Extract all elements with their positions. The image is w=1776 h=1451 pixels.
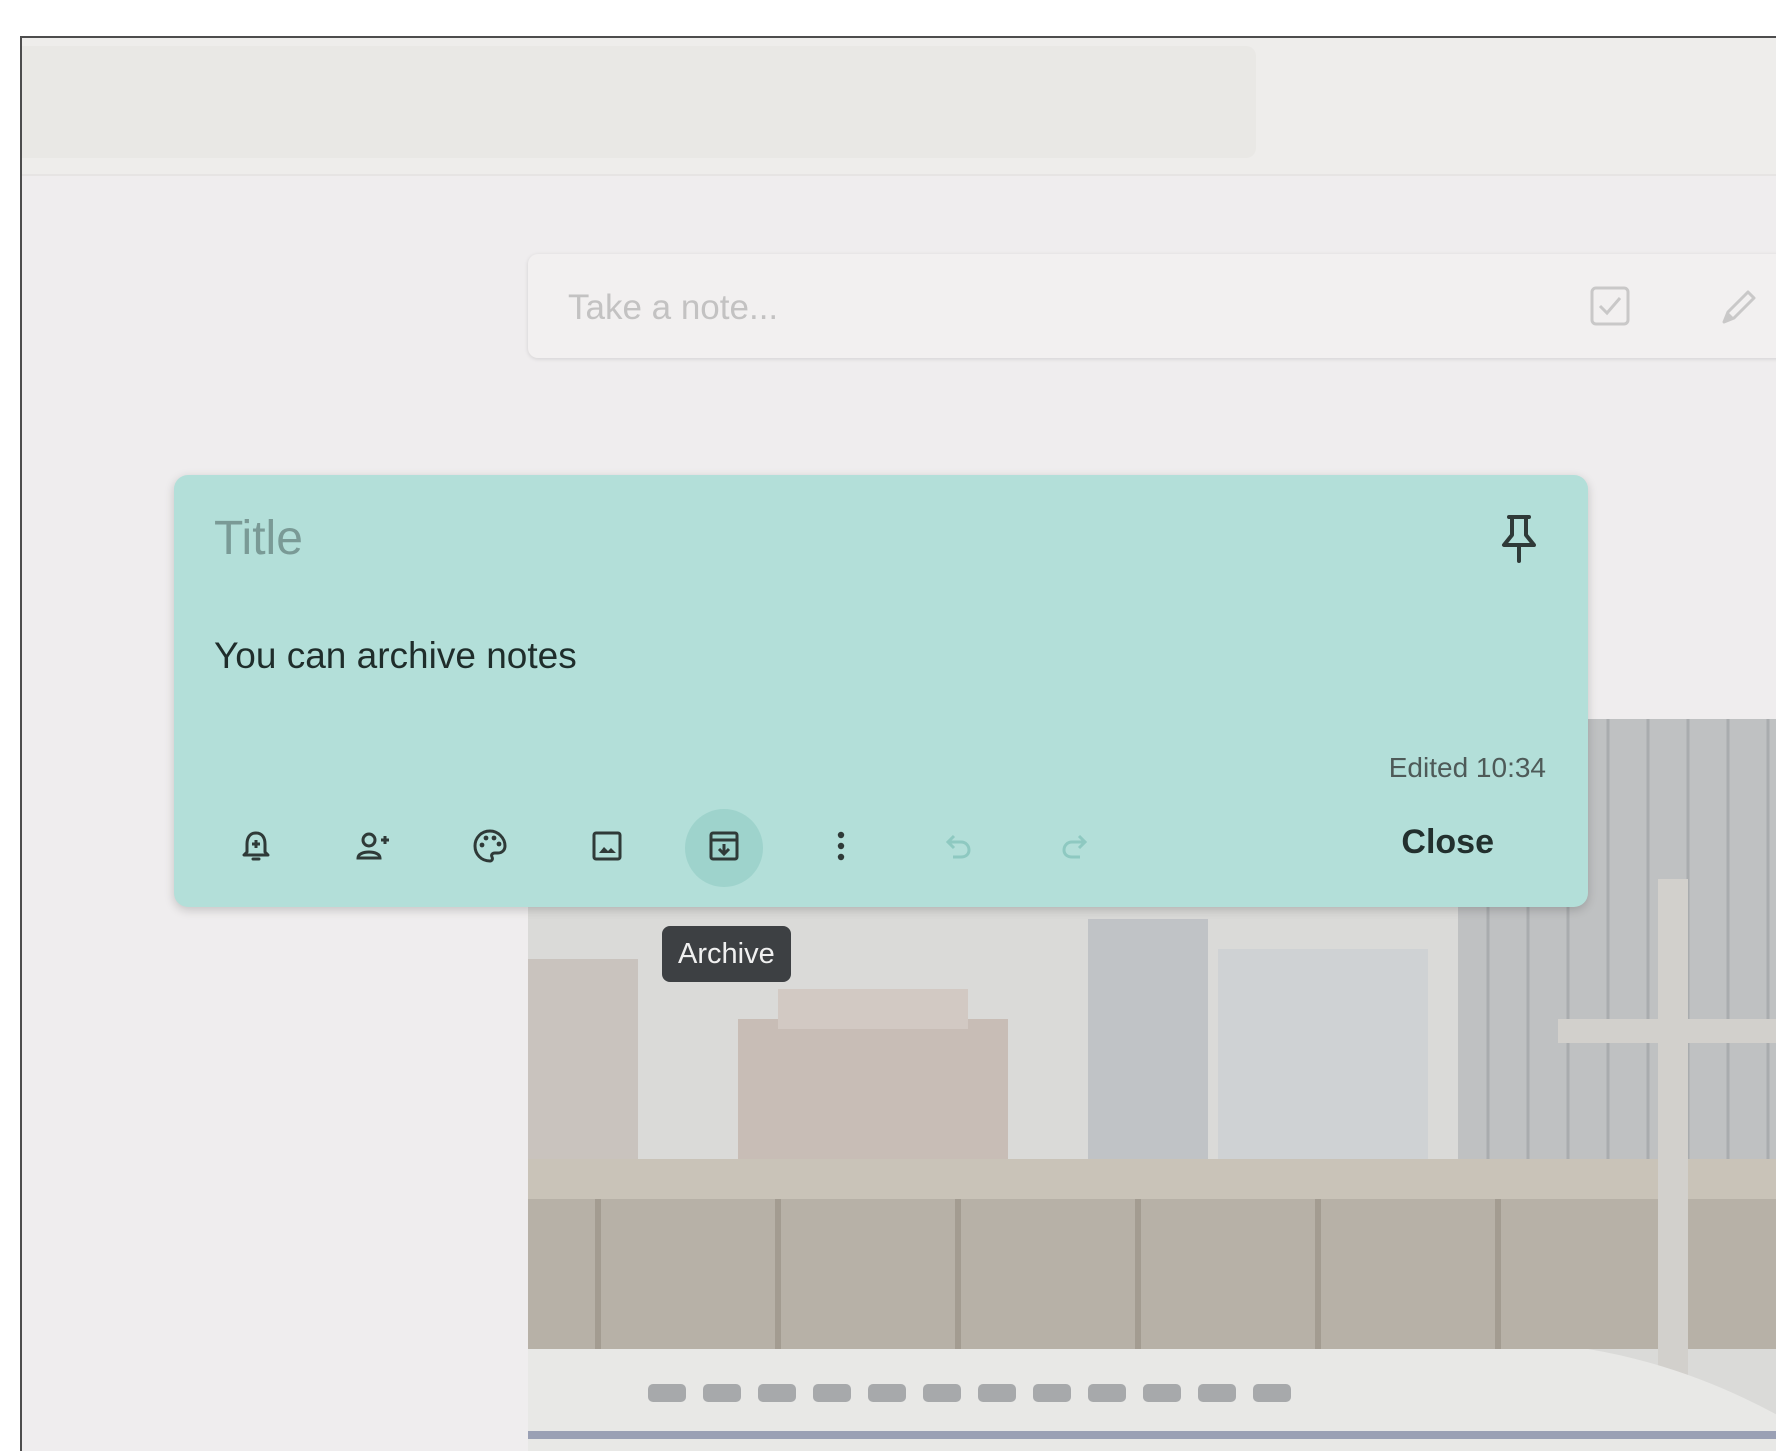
note-editor: Title You can archive notes Edited 10:34: [174, 475, 1588, 907]
top-bar: [22, 38, 1776, 176]
remind-me-button[interactable]: [217, 809, 295, 887]
take-note-bar[interactable]: Take a note...: [528, 254, 1776, 358]
search-bar[interactable]: [22, 46, 1256, 158]
new-drawing-icon[interactable]: [1714, 282, 1762, 330]
undo-icon: [940, 828, 976, 869]
edited-timestamp: Edited 10:34: [1388, 752, 1546, 783]
add-image-icon: [589, 828, 625, 869]
more-icon: [823, 828, 859, 869]
collaborator-button[interactable]: [334, 809, 412, 887]
note-title-input[interactable]: Title: [214, 511, 303, 566]
redo-icon: [1057, 828, 1093, 869]
note-body-text[interactable]: You can archive notes: [214, 635, 577, 677]
background-options-button[interactable]: [451, 809, 529, 887]
archive-icon: [706, 828, 742, 869]
more-button[interactable]: [802, 809, 880, 887]
pin-icon[interactable]: [1496, 513, 1542, 565]
remind-me-icon: [238, 828, 274, 869]
take-note-placeholder[interactable]: Take a note...: [568, 288, 778, 328]
redo-button[interactable]: [1036, 809, 1114, 887]
collaborator-icon: [355, 828, 391, 869]
undo-button[interactable]: [919, 809, 997, 887]
new-list-icon[interactable]: [1586, 282, 1634, 330]
add-image-button[interactable]: [568, 809, 646, 887]
archive-tooltip: Archive: [662, 926, 791, 982]
palette-icon: [472, 828, 508, 869]
close-button[interactable]: Close: [1401, 823, 1494, 862]
archive-button[interactable]: [685, 809, 763, 887]
